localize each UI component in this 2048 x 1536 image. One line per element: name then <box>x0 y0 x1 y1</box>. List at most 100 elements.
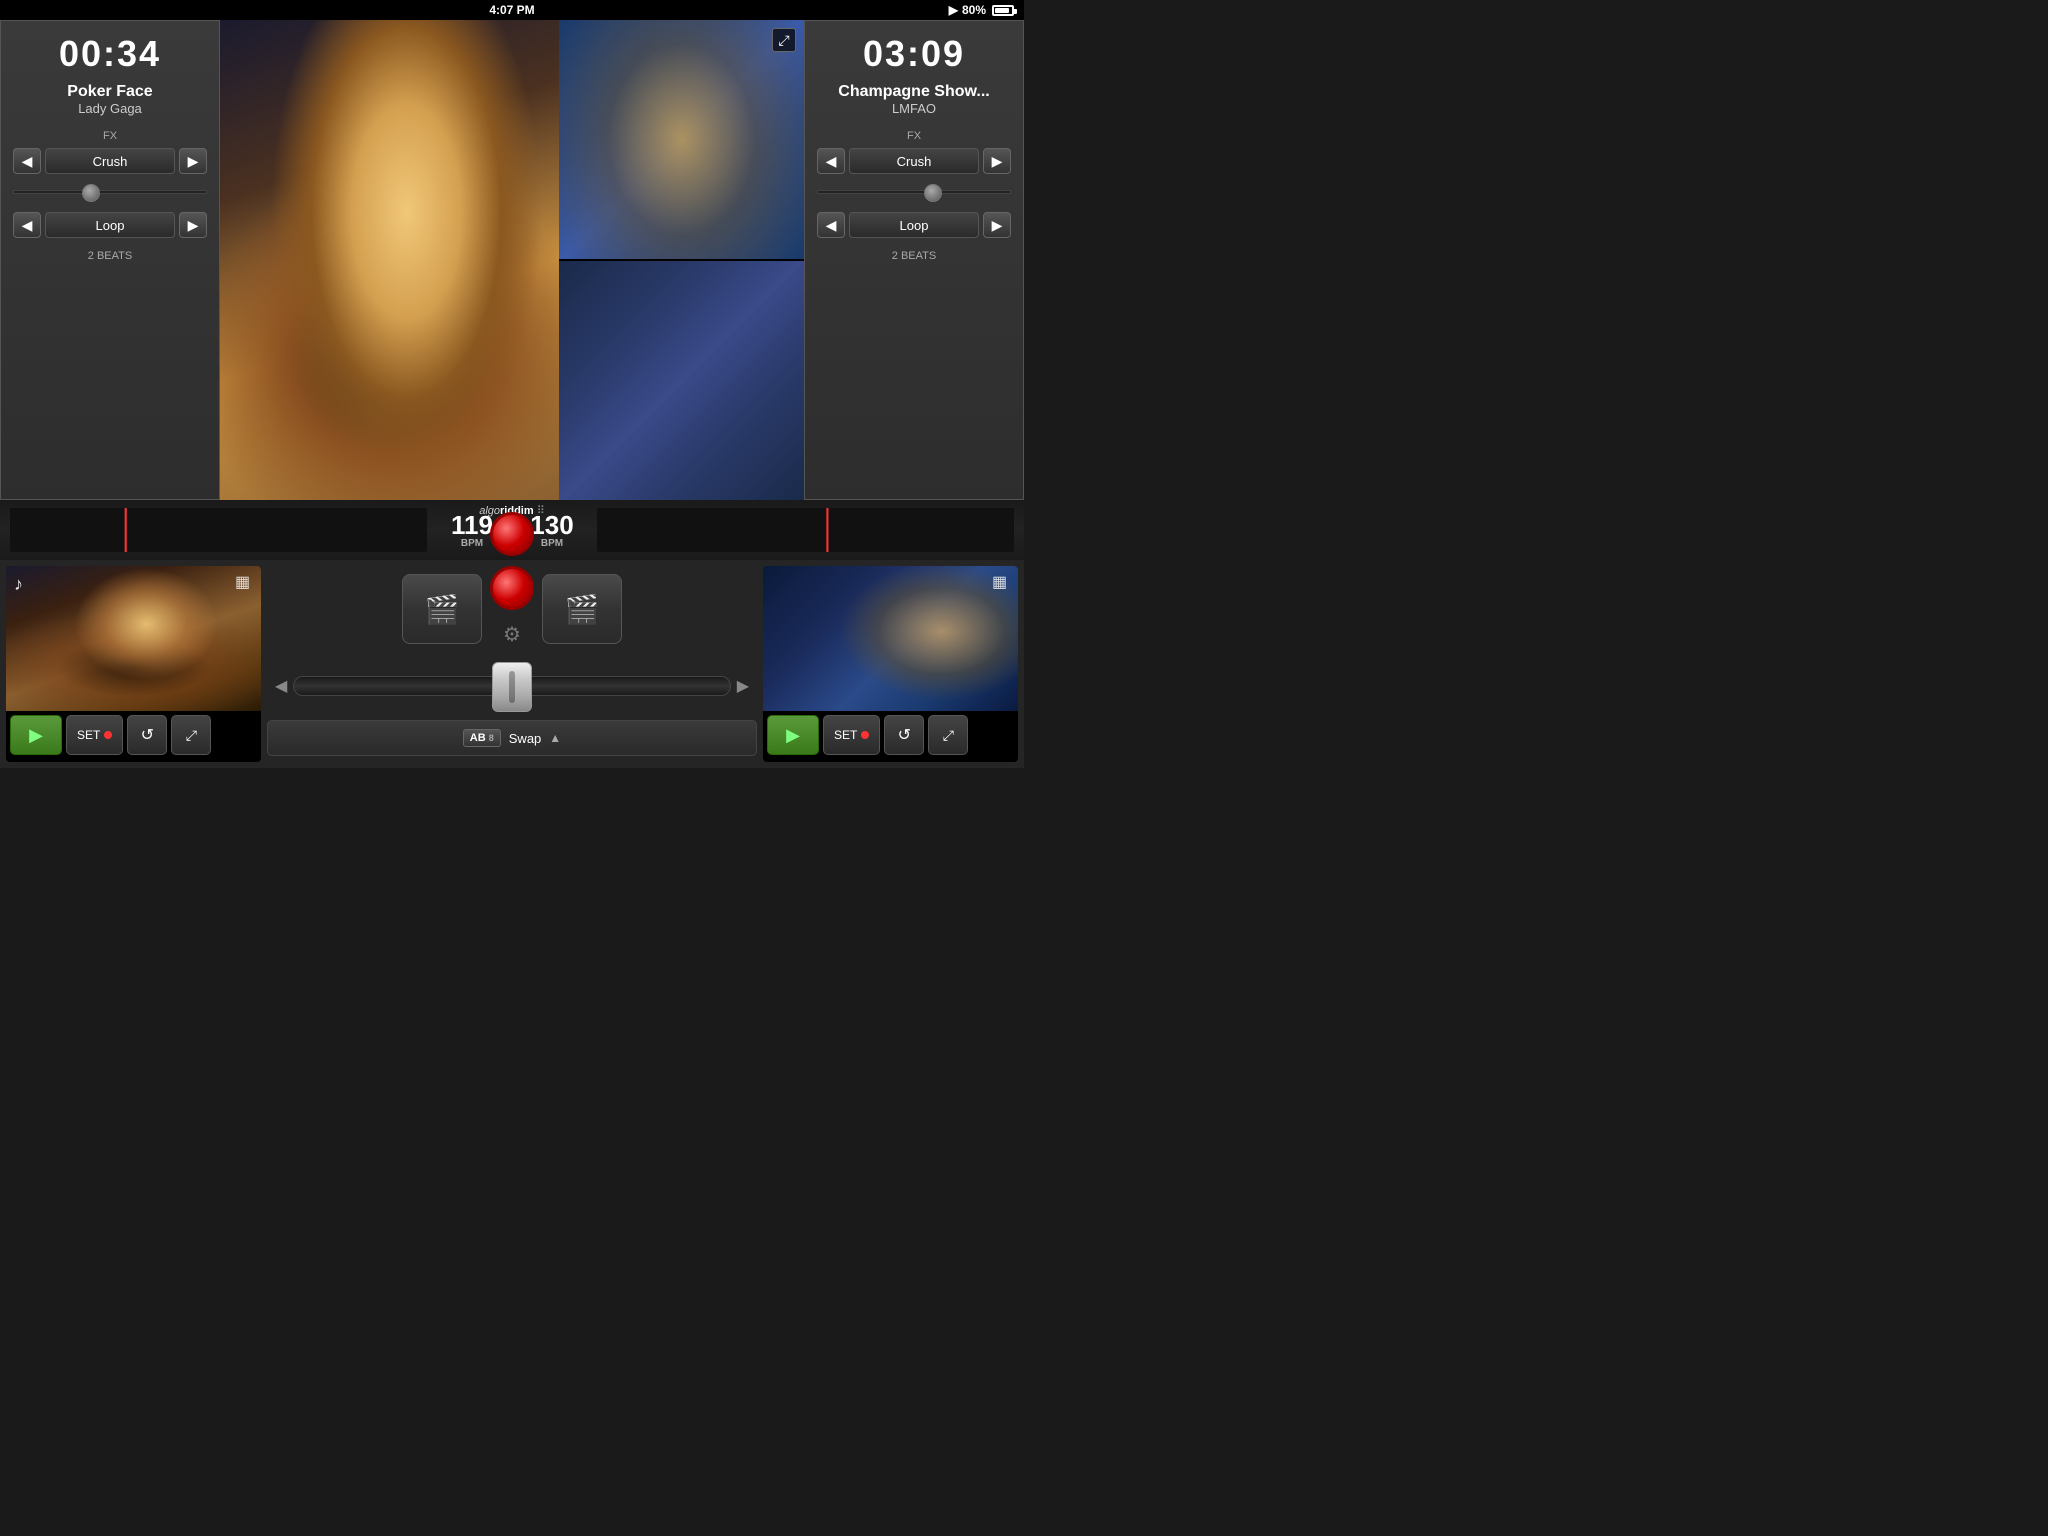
right-set-btn[interactable]: SET <box>823 715 880 755</box>
right-deck: 03:09 Champagne Show... LMFAO FX ◀ Crush… <box>804 20 1024 500</box>
swap-ab-text: AB <box>470 732 486 744</box>
right-set-dot <box>861 731 869 739</box>
left-loop-beats: 2 BEATS <box>88 250 132 262</box>
music-note-left-icon: ♪ <box>14 574 23 595</box>
left-fx-control: ◀ Crush ▶ <box>13 148 207 174</box>
left-track-name: Poker Face <box>67 83 152 101</box>
crossfader-track[interactable] <box>293 676 730 696</box>
crossfader-right-arrow[interactable]: ▶ <box>737 676 749 696</box>
record-dot[interactable] <box>490 512 534 556</box>
right-fx-next-btn[interactable]: ▶ <box>983 148 1011 174</box>
left-deck: 00:34 Poker Face Lady Gaga FX ◀ Crush ▶ … <box>0 20 220 500</box>
media-row: 🎬 ⚙ 🎬 <box>267 566 757 652</box>
film-strip-left-icon: ▦ <box>235 572 255 592</box>
crossfader-left-arrow[interactable]: ◀ <box>275 676 287 696</box>
left-play-btn[interactable]: ▶ <box>10 715 62 755</box>
right-thumb-panel: ▦ ▶ SET ↺ ⤢ <box>763 566 1018 762</box>
swap-label: Swap <box>509 731 542 746</box>
left-set-label: SET <box>77 728 100 742</box>
video-right-top <box>559 20 804 259</box>
right-artist-name: LMFAO <box>892 101 936 116</box>
left-loop-next-btn[interactable]: ▶ <box>179 212 207 238</box>
video-left-face <box>220 20 559 500</box>
left-media-icon: 🎬 <box>425 593 460 626</box>
left-fx-slider-container <box>13 182 207 202</box>
left-media-btn[interactable]: 🎬 <box>402 574 482 644</box>
gear-btn[interactable]: ⚙ <box>494 616 530 652</box>
right-media-icon: 🎬 <box>565 593 600 626</box>
left-fx-next-btn[interactable]: ▶ <box>179 148 207 174</box>
left-thumb-panel: ♪ ▦ ▶ SET ↺ ⤢ <box>6 566 261 762</box>
right-fx-control: ◀ Crush ▶ <box>817 148 1011 174</box>
center-controls: 🎬 ⚙ 🎬 ◀ ▶ AB 8 Swap ▲ <box>267 566 757 762</box>
crossfader-handle[interactable] <box>492 662 532 712</box>
left-fx-name[interactable]: Crush <box>45 148 175 174</box>
left-thumb-video: ♪ ▦ <box>6 566 261 711</box>
left-thumb-btn-row: ▶ SET ↺ ⤢ <box>6 711 261 759</box>
left-set-dot <box>104 731 112 739</box>
right-thumb-video: ▦ <box>763 566 1018 711</box>
left-fx-prev-btn[interactable]: ◀ <box>13 148 41 174</box>
right-fx-name[interactable]: Crush <box>849 148 979 174</box>
status-right: ▶ 80% <box>934 3 1014 17</box>
right-loop-btn[interactable]: ↺ <box>884 715 924 755</box>
left-loop-control: ◀ Loop ▶ <box>13 212 207 238</box>
right-loop-control: ◀ Loop ▶ <box>817 212 1011 238</box>
video-right-half <box>559 20 804 500</box>
video-left-half <box>220 20 559 500</box>
battery-fill <box>995 8 1009 13</box>
waveform-right-svg <box>597 508 1014 552</box>
left-scratch-btn[interactable]: ⤢ <box>171 715 211 755</box>
right-fx-slider-thumb[interactable] <box>924 184 942 202</box>
left-fx-slider-thumb[interactable] <box>82 184 100 202</box>
right-loop-name[interactable]: Loop <box>849 212 979 238</box>
center-video: ⤢ <box>220 20 804 500</box>
right-play-icon: ▶ <box>786 725 800 746</box>
left-bpm-label: BPM <box>461 538 483 549</box>
center-record-btn[interactable] <box>490 566 534 610</box>
film-strip-right-icon: ▦ <box>992 572 1012 592</box>
right-media-btn[interactable]: 🎬 <box>542 574 622 644</box>
video-right-bottom <box>559 261 804 500</box>
left-loop-btn[interactable]: ↺ <box>127 715 167 755</box>
record-btn[interactable] <box>490 512 534 556</box>
right-fx-slider[interactable] <box>817 190 1011 194</box>
waveform-left-svg: // Generate random waveform - will be do… <box>10 508 427 552</box>
left-fx-slider[interactable] <box>13 190 207 194</box>
left-deck-timer: 00:34 <box>59 33 161 75</box>
waveform-area: // Generate random waveform - will be do… <box>0 500 1024 560</box>
waveform-left[interactable]: // Generate random waveform - will be do… <box>10 508 427 552</box>
status-bar: 4:07 PM ▶ 80% <box>0 0 1024 20</box>
left-loop-name[interactable]: Loop <box>45 212 175 238</box>
right-bpm-label: BPM <box>541 538 563 549</box>
left-loop-prev-btn[interactable]: ◀ <box>13 212 41 238</box>
left-set-btn[interactable]: SET <box>66 715 123 755</box>
right-deck-timer: 03:09 <box>863 33 965 75</box>
bottom-area: ♪ ▦ ▶ SET ↺ ⤢ 🎬 ⚙ 🎬 <box>0 560 1024 768</box>
main-area: 00:34 Poker Face Lady Gaga FX ◀ Crush ▶ … <box>0 20 1024 500</box>
swap-ab-label: AB 8 <box>463 729 501 747</box>
right-play-btn[interactable]: ▶ <box>767 715 819 755</box>
play-status-icon: ▶ <box>949 3 958 17</box>
expand-btn[interactable]: ⤢ <box>772 28 796 52</box>
right-thumb-btn-row: ▶ SET ↺ ⤢ <box>763 711 1018 759</box>
battery-percent: 80% <box>962 3 986 17</box>
left-fx-label: FX <box>103 130 117 142</box>
right-fx-prev-btn[interactable]: ◀ <box>817 148 845 174</box>
right-scratch-btn[interactable]: ⤢ <box>928 715 968 755</box>
logo-dots: ⠿ <box>537 505 545 517</box>
waveform-right[interactable] <box>597 508 1014 552</box>
right-loop-next-btn[interactable]: ▶ <box>983 212 1011 238</box>
left-artist-name: Lady Gaga <box>78 101 142 116</box>
right-set-label: SET <box>834 728 857 742</box>
left-play-icon: ▶ <box>29 725 43 746</box>
battery-icon <box>992 5 1014 16</box>
status-time: 4:07 PM <box>90 3 934 17</box>
right-track-name: Champagne Show... <box>838 83 989 101</box>
crossfader-area: ◀ ▶ <box>267 656 757 716</box>
swap-bar[interactable]: AB 8 Swap ▲ <box>267 720 757 756</box>
right-loop-prev-btn[interactable]: ◀ <box>817 212 845 238</box>
video-display: ⤢ <box>220 20 804 500</box>
right-loop-beats: 2 BEATS <box>892 250 936 262</box>
right-fx-slider-container <box>817 182 1011 202</box>
